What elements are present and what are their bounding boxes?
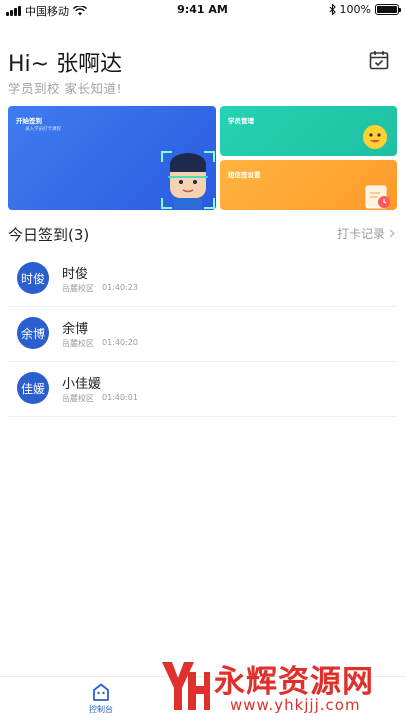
student-campus: 岳麓校区 <box>62 394 94 403</box>
greeting-subtitle: 学员到校 家长知道! <box>8 81 122 96</box>
start-checkin-subtitle: 录入学员打卡课程 <box>25 127 61 132</box>
checkin-time: 01:40:23 <box>102 283 138 292</box>
avatar: 佳媛 <box>17 372 49 404</box>
student-name: 小佳媛 <box>62 377 102 392</box>
tab-dashboard-label: 控制台 <box>89 705 113 714</box>
today-checkin-title: 今日签到(3) <box>8 226 90 244</box>
start-checkin-title: 开始签到 <box>16 117 42 125</box>
bluetooth-icon <box>329 4 336 15</box>
tab-dashboard[interactable]: 控制台 <box>86 683 116 715</box>
dashboard-icon <box>93 683 109 701</box>
list-item[interactable]: 时俊 时俊 岳麓校区 01:40:23 <box>8 252 397 307</box>
watermark-url: www.yhkjjj.com <box>230 696 361 714</box>
battery-percent: 100% <box>339 3 371 16</box>
list-item[interactable]: 佳媛 小佳媛 岳麓校区 01:40:01 <box>8 362 397 417</box>
list-item[interactable]: 余博 余博 岳麓校区 01:40:20 <box>8 307 397 362</box>
checkin-time: 01:40:01 <box>102 393 138 402</box>
avatar: 时俊 <box>17 262 49 294</box>
student-campus: 岳麓校区 <box>62 284 94 293</box>
checkin-record-link[interactable]: 打卡记录 <box>337 225 395 242</box>
battery-icon <box>375 4 401 15</box>
student-management-title: 学员管理 <box>228 117 254 125</box>
greeting-title: Hi~ 张啊达 <box>8 52 123 77</box>
smiley-icon <box>363 125 387 149</box>
checkin-list: 时俊 时俊 岳麓校区 01:40:23 余博 余博 岳麓校区 01:40:20 … <box>0 252 405 417</box>
chevron-right-icon <box>389 229 395 238</box>
calendar-check-icon[interactable] <box>369 50 389 70</box>
clock-document-icon <box>365 185 390 209</box>
avatar: 余博 <box>17 317 49 349</box>
student-name: 时俊 <box>62 267 89 282</box>
face-scan-illustration <box>161 151 215 210</box>
status-bar: 中国移动 9:41 AM 100% <box>0 0 405 20</box>
watermark-text: 永辉资源网 <box>214 664 374 700</box>
checkin-time: 01:40:20 <box>102 338 138 347</box>
watermark: 永辉资源网 www.yhkjjj.com <box>158 656 398 718</box>
student-campus: 岳麓校区 <box>62 339 94 348</box>
battery-fill <box>377 6 397 13</box>
sms-settings-title: 短信签设置 <box>228 171 261 179</box>
checkin-record-label: 打卡记录 <box>336 227 385 241</box>
watermark-logo <box>162 662 210 710</box>
student-name: 余博 <box>62 322 89 337</box>
